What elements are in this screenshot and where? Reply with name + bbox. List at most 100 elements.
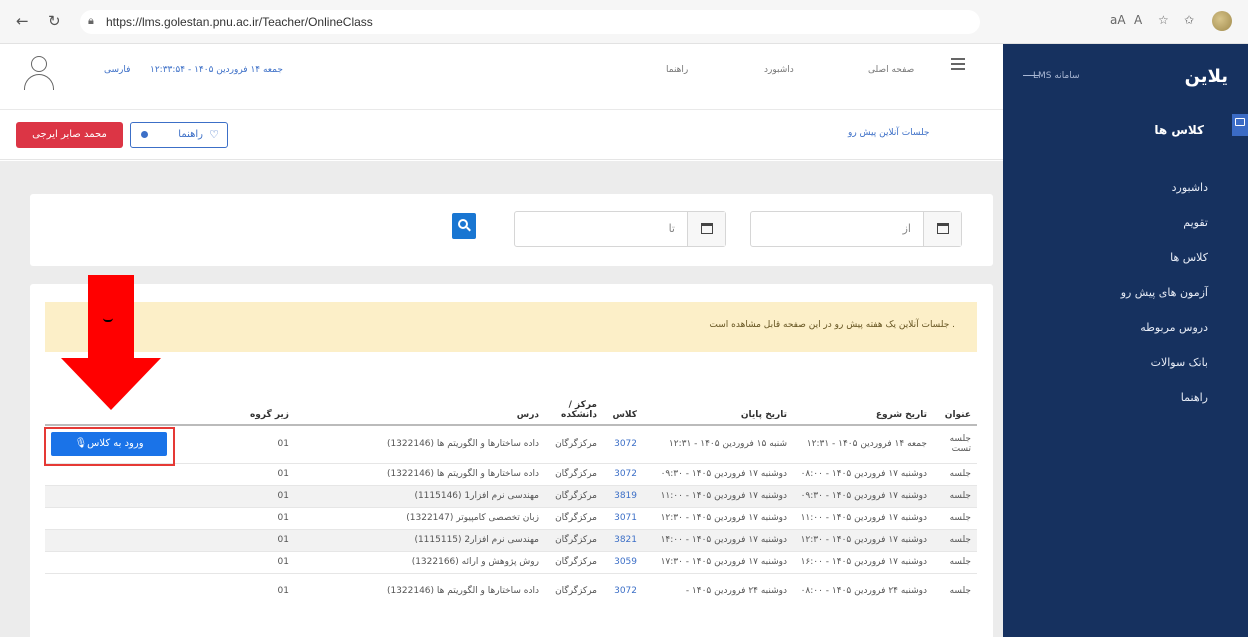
column-header-center: مرکز / دانشکده (545, 383, 603, 426)
table-row: جلسه تست جمعه ۱۴ فروردین ۱۴۰۵ - ۱۲:۳۱ شنبه… (45, 424, 977, 463)
lms-label: LMS سامانه (1033, 71, 1080, 81)
sidebar: LMS سامانه یلاین کلاس ها داشبورد تقویم ک… (1003, 44, 1248, 637)
cell-center: مرکزگرگان (545, 550, 603, 573)
refresh-icon[interactable]: ↻ (48, 14, 61, 29)
user-button[interactable]: محمد صابر ایرجی (16, 122, 123, 148)
sessions-table: عنوان تاریخ شروع تاریخ پایان کلاس مرکز /… (45, 383, 977, 609)
lightbulb-icon: ♡ (209, 128, 219, 141)
cell-center: مرکزگرگان (545, 506, 603, 529)
cell-end: دوشنبه ۲۴ فروردین ۱۴۰۵ - (643, 572, 793, 609)
cell-group: 01 (235, 506, 295, 529)
cell-center: مرکزگرگان (545, 572, 603, 609)
sidebar-item-help[interactable]: راهنما (1181, 391, 1208, 404)
cell-start: دوشنبه ۱۷ فروردین ۱۴۰۵ - ۰۹:۳۰ (793, 484, 933, 507)
cell-group: 01 (235, 572, 295, 609)
cell-group: 01 (235, 550, 295, 573)
cell-end: شنبه ۱۵ فروردین ۱۴۰۵ - ۱۲:۳۱ (643, 424, 793, 463)
calendar-icon[interactable] (923, 212, 961, 246)
cell-course: داده ساختارها و الگوریتم ها (1322146) (295, 462, 545, 485)
cell-course: داده ساختارها و الگوریتم ها (1322146) (295, 572, 545, 609)
search-button[interactable] (452, 213, 476, 239)
table-row: جلسه دوشنبه ۱۷ فروردین ۱۴۰۵ - ۰۸:۰۰ دوشنبه… (45, 462, 977, 485)
sidebar-section-title[interactable]: کلاس ها (1154, 123, 1204, 137)
cell-class-link[interactable]: 3071 (603, 506, 643, 529)
language-switch[interactable]: فارسی (104, 65, 130, 75)
address-bar[interactable]: 🔒︎ https://lms.golestan.pnu.ac.ir/Teache… (80, 10, 980, 34)
cell-class-link[interactable]: 3819 (603, 484, 643, 507)
cell-title: جلسه (933, 462, 977, 485)
column-header-start: تاریخ شروع (793, 383, 933, 426)
cell-center: مرکزگرگان (545, 484, 603, 507)
column-header-title: عنوان (933, 383, 977, 426)
cell-center: مرکزگرگان (545, 528, 603, 551)
menu-icon[interactable] (951, 58, 965, 70)
cell-center: مرکزگرگان (545, 462, 603, 485)
cell-title: جلسه (933, 484, 977, 507)
back-icon[interactable]: ← (16, 14, 29, 29)
cell-start: دوشنبه ۱۷ فروردین ۱۴۰۵ - ۱۲:۳۰ (793, 528, 933, 551)
sidebar-item-calendar[interactable]: تقویم (1183, 216, 1208, 229)
favorite-icon[interactable]: ☆ (1158, 13, 1169, 27)
help-button[interactable]: راهنما ♡ (130, 122, 228, 148)
font-icon[interactable]: A (1134, 13, 1142, 27)
header-link-help[interactable]: راهنما (666, 65, 688, 75)
highlight-box (44, 427, 175, 466)
header-link-dashboard[interactable]: داشبورد (764, 65, 794, 75)
help-button-label: راهنما (178, 129, 203, 140)
brand-logo[interactable]: یلاین (1185, 66, 1228, 87)
cell-class-link[interactable]: 3072 (603, 462, 643, 485)
table-row: جلسه دوشنبه ۲۴ فروردین ۱۴۰۵ - ۰۸:۰۰ دوشنبه… (45, 572, 977, 609)
sidebar-item-dashboard[interactable]: داشبورد (1172, 181, 1208, 194)
cell-title: جلسه (933, 572, 977, 609)
to-date-placeholder: تا (668, 222, 675, 235)
sidebar-item-upcoming-exams[interactable]: آزمون های پیش رو (1121, 286, 1208, 299)
table-row: جلسه دوشنبه ۱۷ فروردین ۱۴۰۵ - ۱۱:۰۰ دوشنبه… (45, 506, 977, 529)
header-link-home[interactable]: صفحه اصلی (868, 65, 914, 75)
cell-end: دوشنبه ۱۷ فروردین ۱۴۰۵ - ۱۴:۰۰ (643, 528, 793, 551)
current-datetime: جمعه ۱۴ فروردین ۱۴۰۵ - ۱۲:۳۳:۵۴ (150, 65, 283, 75)
cell-start: دوشنبه ۱۷ فروردین ۱۴۰۵ - ۰۸:۰۰ (793, 462, 933, 485)
sidebar-toggle-icon[interactable] (1232, 114, 1248, 136)
table-row: جلسه دوشنبه ۱۷ فروردین ۱۴۰۵ - ۱۲:۳۰ دوشنبه… (45, 528, 977, 551)
cell-action (45, 572, 235, 609)
cell-start: جمعه ۱۴ فروردین ۱۴۰۵ - ۱۲:۳۱ (793, 424, 933, 463)
top-header (0, 44, 1003, 110)
cell-class-link[interactable]: 3059 (603, 550, 643, 573)
from-date-field[interactable]: از (750, 211, 962, 247)
sidebar-item-question-bank[interactable]: بانک سوالات (1151, 356, 1208, 369)
cell-group: 01 (235, 484, 295, 507)
collections-icon[interactable]: ✩ (1184, 13, 1194, 27)
avatar-icon[interactable] (22, 52, 56, 94)
profile-icon[interactable] (1212, 11, 1232, 31)
cell-class-link[interactable]: 3072 (603, 572, 643, 609)
cell-start: دوشنبه ۱۷ فروردین ۱۴۰۵ - ۱۱:۰۰ (793, 506, 933, 529)
alert-text: جلسات آنلاین یک هفته پیش رو در این صفحه … (709, 320, 955, 330)
cell-group: 01 (235, 462, 295, 485)
cell-start: دوشنبه ۲۴ فروردین ۱۴۰۵ - ۰۸:۰۰ (793, 572, 933, 609)
info-alert: جلسات آنلاین یک هفته پیش رو در این صفحه … (45, 302, 977, 352)
cell-end: دوشنبه ۱۷ فروردین ۱۴۰۵ - ۰۹:۳۰ (643, 462, 793, 485)
cell-action (45, 550, 235, 573)
cell-course: روش پژوهش و ارائه (1322166) (295, 550, 545, 573)
browser-toolbar: ← ↻ 🔒︎ https://lms.golestan.pnu.ac.ir/Te… (0, 0, 1248, 44)
sessions-table-body: جلسه تست جمعه ۱۴ فروردین ۱۴۰۵ - ۱۲:۳۱ شنبه… (45, 424, 977, 609)
cell-course: مهندسی نرم افزار2 (1115115) (295, 528, 545, 551)
sidebar-item-related-courses[interactable]: دروس مربوطه (1140, 321, 1208, 334)
cell-course: مهندسی نرم افزار1 (1115146) (295, 484, 545, 507)
column-header-course: درس (295, 383, 545, 426)
cell-title: جلسه (933, 528, 977, 551)
read-aloud-icon[interactable]: aA (1110, 13, 1126, 27)
lock-icon: 🔒︎ (88, 14, 94, 27)
cell-class-link[interactable]: 3821 (603, 528, 643, 551)
cell-course: زبان تخصصی کامپیوتر (1322147) (295, 506, 545, 529)
table-row: جلسه دوشنبه ۱۷ فروردین ۱۴۰۵ - ۱۶:۰۰ دوشنبه… (45, 550, 977, 573)
column-header-end: تاریخ پایان (643, 383, 793, 426)
calendar-icon[interactable] (687, 212, 725, 246)
breadcrumb[interactable]: جلسات آنلاین پیش رو (848, 128, 930, 138)
sidebar-item-classes[interactable]: کلاس ها (1170, 251, 1208, 264)
cell-start: دوشنبه ۱۷ فروردین ۱۴۰۵ - ۱۶:۰۰ (793, 550, 933, 573)
cell-class-link[interactable]: 3072 (603, 424, 643, 463)
to-date-field[interactable]: تا (514, 211, 726, 247)
column-header-class: کلاس (603, 383, 643, 426)
url-text: https://lms.golestan.pnu.ac.ir/Teacher/O… (106, 15, 373, 29)
